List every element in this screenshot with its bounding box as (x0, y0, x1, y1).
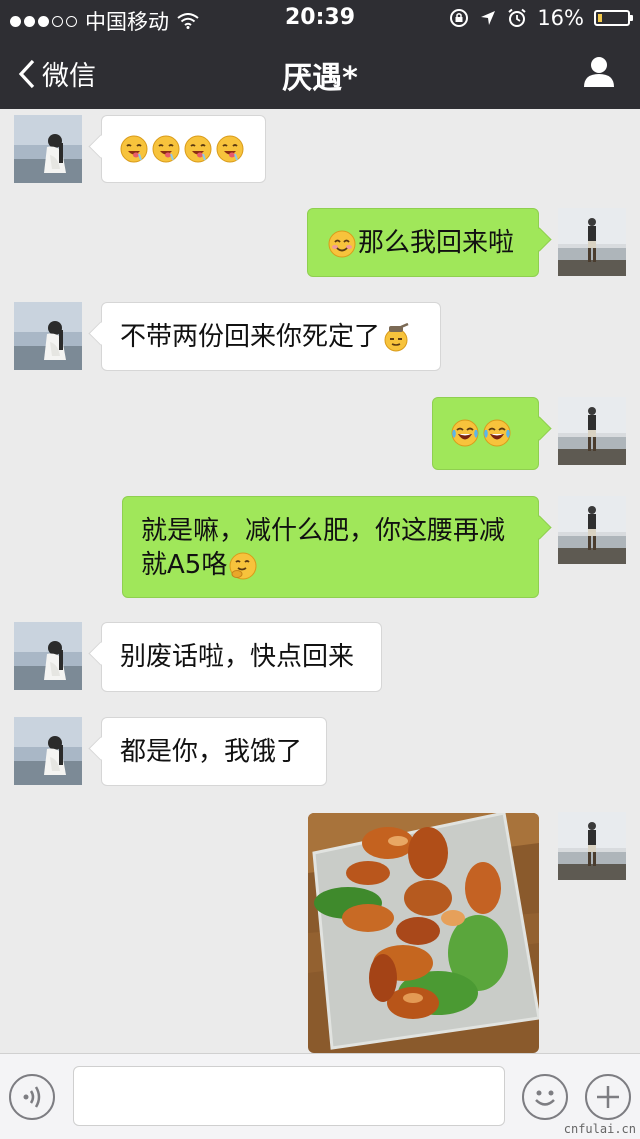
alarm-icon (508, 8, 526, 27)
message-list[interactable]: 那么我回来啦 不带两份回来你死定了 就是嘛，减什么肥，你这腰再减就A5咯 别废话… (0, 109, 640, 1053)
contact-avatar[interactable] (14, 302, 82, 370)
battery-icon (594, 10, 633, 26)
message-text: 都是你，我饿了 (120, 737, 303, 767)
status-bar: 中国移动 20:39 16% (0, 0, 640, 36)
message-bubble[interactable]: 不带两份回来你死定了 (101, 302, 441, 371)
watermark: cnfulai.cn (563, 1122, 636, 1136)
more-button[interactable] (585, 1074, 631, 1120)
input-bar (0, 1053, 640, 1139)
message-input[interactable] (73, 1066, 505, 1126)
drooling-face-icon (215, 134, 245, 164)
nav-bar: 微信 厌遇* (0, 36, 640, 109)
my-avatar[interactable] (558, 397, 626, 465)
message-text: 那么我回来啦 (358, 228, 515, 258)
contact-avatar[interactable] (14, 622, 82, 690)
top-bar: 中国移动 20:39 16% 微信 厌遇* (0, 0, 640, 109)
message-bubble[interactable] (432, 397, 539, 470)
message-text: 别废话啦，快点回来 (120, 642, 355, 672)
message-text: 就是嘛，减什么肥，你这腰再减就A5咯 (141, 516, 506, 580)
contact-avatar[interactable] (14, 115, 82, 183)
tears-of-joy-icon (450, 418, 480, 448)
voice-input-button[interactable] (9, 1074, 55, 1120)
person-icon (584, 57, 614, 87)
smiling-face-icon (327, 229, 357, 259)
message-bubble[interactable] (101, 115, 266, 183)
message-bubble[interactable]: 就是嘛，减什么肥，你这腰再减就A5咯 (122, 496, 539, 598)
rotation-lock-icon (450, 9, 469, 27)
drooling-face-icon (119, 134, 149, 164)
chat-info-button[interactable] (582, 54, 616, 92)
location-arrow-icon (481, 11, 496, 25)
status-right: 16% (449, 6, 633, 30)
my-avatar[interactable] (558, 496, 626, 564)
emoji-button[interactable] (522, 1074, 568, 1120)
image-message[interactable] (308, 813, 539, 1053)
battery-percent: 16% (537, 6, 584, 30)
drooling-face-icon (151, 134, 181, 164)
my-avatar[interactable] (558, 812, 626, 880)
braised-pork-trotters-photo (308, 813, 539, 1053)
voice-icon (23, 1086, 41, 1108)
bomb-face-icon (381, 323, 411, 353)
emoji-icon (535, 1090, 555, 1106)
message-bubble[interactable]: 都是你，我饿了 (101, 717, 327, 786)
message-text: 不带两份回来你死定了 (120, 322, 381, 352)
chat-title: 厌遇* (282, 61, 358, 96)
drooling-face-icon (183, 134, 213, 164)
my-avatar[interactable] (558, 208, 626, 276)
chuckle-face-icon (228, 551, 258, 581)
message-bubble[interactable]: 那么我回来啦 (307, 208, 539, 277)
plus-icon (597, 1086, 619, 1108)
tears-of-joy-icon (482, 418, 512, 448)
message-bubble[interactable]: 别废话啦，快点回来 (101, 622, 382, 692)
contact-avatar[interactable] (14, 717, 82, 785)
